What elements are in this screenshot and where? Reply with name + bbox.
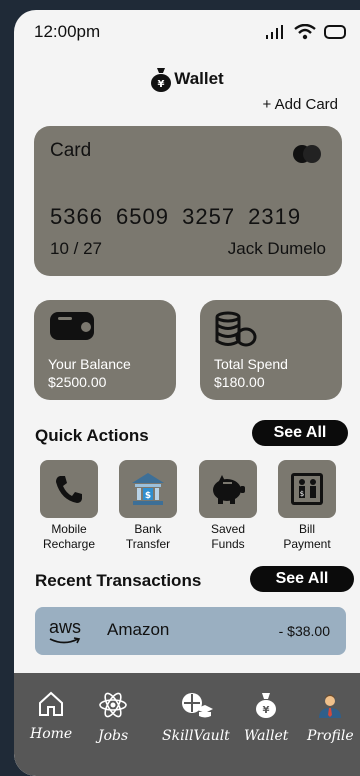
quick-action-icon-box (199, 460, 257, 518)
nav-label: Profile (307, 728, 354, 744)
merchant-logo: aws (49, 617, 82, 644)
quick-action-mobile-recharge[interactable]: Mobile Recharge (34, 460, 104, 552)
wallet-icon (50, 312, 94, 340)
svg-text:$: $ (300, 490, 304, 498)
status-bar: 12:00pm (34, 22, 348, 44)
balance-tile[interactable]: Your Balance $2500.00 (34, 300, 176, 400)
phone-icon (56, 476, 82, 503)
quick-action-icon-box (40, 460, 98, 518)
svg-text:$: $ (145, 491, 151, 501)
coins-icon (215, 311, 257, 347)
status-icons (266, 24, 348, 40)
spend-value: $180.00 (214, 374, 265, 390)
quick-action-icon-box: $ (119, 460, 177, 518)
page-title: Wallet (174, 69, 224, 88)
nav-item-jobs[interactable]: Jobs (98, 691, 128, 744)
page-header: ¥ Wallet (14, 64, 360, 94)
battery-icon (324, 25, 346, 39)
aws-logo-text: aws (49, 617, 82, 637)
quick-action-bill-payment[interactable]: $ Bill Payment (272, 460, 342, 552)
card-label: Card (50, 140, 92, 161)
transactions-see-all-button[interactable]: See All (250, 566, 354, 592)
card-brand-icon (293, 145, 321, 163)
quick-action-label-line1: Bill (298, 522, 315, 536)
signal-icon (266, 25, 283, 39)
recent-transactions-title: Recent Transactions (35, 571, 202, 590)
nav-label: Home (30, 726, 73, 742)
quick-action-label: Bill Payment (272, 522, 342, 552)
quick-action-label-line2: Recharge (42, 537, 96, 551)
quick-actions-title: Quick Actions (35, 426, 149, 445)
skillvault-icon (181, 693, 213, 718)
transaction-row[interactable]: aws Amazon - $38.00 (35, 607, 346, 655)
quick-action-saved-funds[interactable]: Saved Funds (193, 460, 263, 552)
atom-icon (99, 692, 127, 718)
quick-action-label: Bank Transfer (113, 522, 183, 552)
quick-action-bank-transfer[interactable]: $ Bank Transfer (113, 460, 183, 552)
bank-icon: $ (132, 473, 164, 505)
quick-action-label-line1: Bank (134, 522, 162, 536)
card-holder: Jack Dumelo (227, 239, 326, 258)
phone-screen: 12:00pm ¥ Wallet + Add Card Card 5366 65… (14, 10, 360, 776)
balance-label: Your Balance (48, 356, 131, 372)
quick-action-label-line2: Transfer (125, 537, 171, 551)
money-bag-icon: ¥ (256, 693, 277, 718)
svg-text:¥: ¥ (158, 79, 165, 90)
quick-action-label-line1: Mobile (51, 522, 87, 536)
home-icon (39, 691, 64, 716)
bottom-nav: Home Jobs SkillVault ¥ Wallet Profile (14, 673, 360, 776)
card-number: 5366 6509 3257 2319 (50, 204, 302, 229)
add-card-button[interactable]: + Add Card (263, 96, 338, 113)
quick-action-icon-box: $ (278, 460, 336, 518)
quick-action-label-line1: Saved (210, 522, 246, 536)
nav-label: Wallet (244, 728, 289, 744)
nav-label: Jobs (98, 728, 129, 744)
quick-action-label: Mobile Recharge (34, 522, 104, 552)
nav-item-wallet[interactable]: ¥ Wallet (244, 691, 288, 744)
bill-payment-icon: $ (291, 473, 323, 505)
quick-action-label-line2: Funds (211, 537, 245, 551)
money-bag-icon: ¥ (151, 68, 172, 92)
spend-tile[interactable]: Total Spend $180.00 (200, 300, 342, 400)
wifi-icon (294, 24, 316, 40)
amazon-smile-icon (49, 637, 81, 644)
nav-item-home[interactable]: Home (30, 691, 72, 742)
svg-text:¥: ¥ (263, 705, 270, 716)
quick-action-label-line2: Payment (283, 537, 331, 551)
nav-item-profile[interactable]: Profile (307, 691, 354, 744)
merchant-name: Amazon (107, 620, 170, 639)
transaction-amount: - $38.00 (278, 623, 330, 639)
quick-action-label: Saved Funds (193, 522, 263, 552)
spend-label: Total Spend (214, 356, 288, 372)
piggy-bank-icon (213, 475, 245, 504)
card-expiry: 10 / 27 (50, 239, 102, 258)
quick-actions-see-all-button[interactable]: See All (252, 420, 348, 446)
nav-label: SkillVault (162, 728, 230, 744)
status-time: 12:00pm (34, 22, 101, 41)
person-icon (319, 694, 342, 718)
balance-value: $2500.00 (48, 374, 107, 390)
credit-card[interactable]: Card 5366 6509 3257 2319 10 / 27 Jack Du… (34, 126, 342, 276)
nav-item-skillvault[interactable]: SkillVault (162, 691, 230, 744)
